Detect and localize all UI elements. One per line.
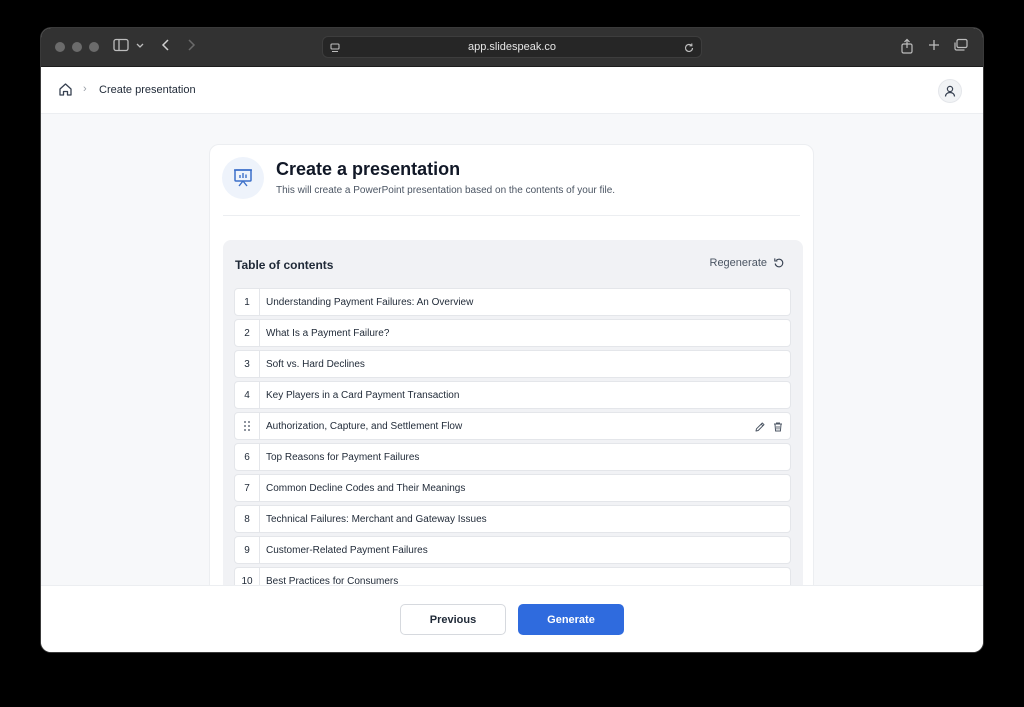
toc-item-3[interactable]: 3 Soft vs. Hard Declines [234,350,791,378]
toc-item-text: Customer-Related Payment Failures [266,544,428,556]
trash-icon[interactable] [772,420,784,438]
toc-item-4[interactable]: 4 Key Players in a Card Payment Transact… [234,381,791,409]
toc-item-1[interactable]: 1 Understanding Payment Failures: An Ove… [234,288,791,316]
back-icon[interactable] [161,38,171,52]
drag-handle-icon[interactable] [235,413,260,439]
generate-button[interactable]: Generate [518,604,624,635]
footer-action-bar: Previous Generate [41,585,983,652]
toc-item-number: 1 [235,289,260,315]
toc-item-text: Authorization, Capture, and Settlement F… [266,420,463,432]
url-text: app.slidespeak.co [467,41,557,53]
toc-list: 1 Understanding Payment Failures: An Ove… [234,288,791,598]
browser-window: app.slidespeak.co › Create presentation [41,28,983,652]
previous-button[interactable]: Previous [400,604,506,635]
tab-overview-icon[interactable] [953,38,969,52]
divider [223,215,800,216]
toc-item-number: 9 [235,537,260,563]
breadcrumb-separator: › [83,83,87,95]
share-icon[interactable] [900,38,914,54]
toc-item-number: 2 [235,320,260,346]
forward-icon[interactable] [186,38,196,52]
table-of-contents: Table of contents Regenerate 1 Understan… [223,240,803,640]
toc-item-2[interactable]: 2 What Is a Payment Failure? [234,319,791,347]
toc-item-6[interactable]: 6 Top Reasons for Payment Failures [234,443,791,471]
close-window-button[interactable] [55,42,65,52]
edit-icon[interactable] [754,420,766,438]
toc-item-text: What Is a Payment Failure? [266,327,390,339]
minimize-window-button[interactable] [72,42,82,52]
toc-item-text: Soft vs. Hard Declines [266,358,365,370]
address-bar[interactable]: app.slidespeak.co [322,36,702,58]
toc-item-text: Technical Failures: Merchant and Gateway… [266,513,487,525]
reload-icon[interactable] [683,41,695,59]
browser-toolbar: app.slidespeak.co [41,28,983,67]
toc-item-5-hovered[interactable]: Authorization, Capture, and Settlement F… [234,412,791,440]
new-tab-icon[interactable] [927,38,941,52]
toc-item-number: 3 [235,351,260,377]
refresh-icon [774,258,784,268]
user-avatar[interactable] [938,79,962,103]
window-controls[interactable] [55,42,99,52]
toc-item-number: 4 [235,382,260,408]
page-title: Create a presentation [276,159,461,179]
create-presentation-card: Create a presentation This will create a… [209,144,814,640]
maximize-window-button[interactable] [89,42,99,52]
home-icon[interactable] [58,82,73,102]
toc-item-7[interactable]: 7 Common Decline Codes and Their Meaning… [234,474,791,502]
app-header: › Create presentation [41,67,983,114]
toc-item-text: Key Players in a Card Payment Transactio… [266,389,460,401]
toc-title: Table of contents [235,258,334,272]
toc-item-8[interactable]: 8 Technical Failures: Merchant and Gatew… [234,505,791,533]
toc-item-number: 7 [235,475,260,501]
toc-item-9[interactable]: 9 Customer-Related Payment Failures [234,536,791,564]
regenerate-label: Regenerate [709,257,768,269]
toc-item-text: Top Reasons for Payment Failures [266,451,420,463]
toc-item-number: 6 [235,444,260,470]
toc-item-text: Common Decline Codes and Their Meanings [266,482,466,494]
toc-item-text: Understanding Payment Failures: An Overv… [266,296,474,308]
sidebar-toggle-icon[interactable] [113,38,129,52]
regenerate-button[interactable]: Regenerate [710,257,786,269]
chevron-down-icon[interactable] [136,39,144,53]
presentation-icon [222,157,264,199]
breadcrumb-current: Create presentation [99,84,196,96]
toc-item-actions [754,420,784,438]
toc-item-number: 8 [235,506,260,532]
page-subtitle: This will create a PowerPoint presentati… [276,185,616,196]
user-icon [944,85,956,97]
